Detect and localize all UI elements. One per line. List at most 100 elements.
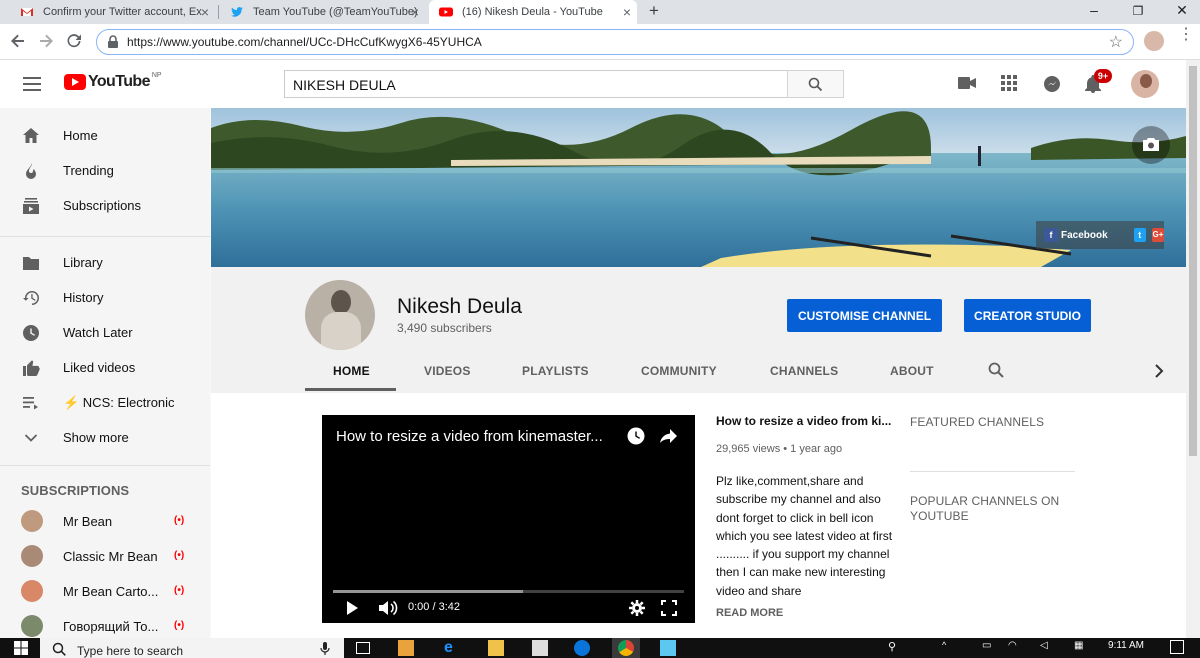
subscription-item[interactable]: Mr Bean Carto... (•) xyxy=(0,574,210,609)
creator-studio-button[interactable]: CREATOR STUDIO xyxy=(964,299,1091,332)
photos-icon[interactable] xyxy=(660,640,676,656)
profile-avatar[interactable] xyxy=(1144,31,1164,51)
customise-channel-button[interactable]: CUSTOMISE CHANNEL xyxy=(787,299,942,332)
watch-later-icon[interactable] xyxy=(627,427,645,445)
sidebar-item-library[interactable]: Library xyxy=(0,245,210,280)
language-icon[interactable]: ▦ xyxy=(1074,640,1083,651)
microphone-icon[interactable] xyxy=(320,642,330,656)
lock-icon xyxy=(108,35,118,48)
scrollbar-thumb[interactable] xyxy=(1189,66,1197,456)
subscription-label: Mr Bean Carto... xyxy=(63,584,159,599)
search-input[interactable]: NIKESH DEULA xyxy=(284,70,788,98)
play-icon[interactable] xyxy=(346,601,358,615)
read-more-link[interactable]: READ MORE xyxy=(716,607,783,619)
close-tab-icon[interactable]: × xyxy=(623,4,631,20)
sidebar-item-home[interactable]: Home xyxy=(0,118,210,153)
close-window-button[interactable]: ✕ xyxy=(1172,2,1192,19)
show-hidden-icons[interactable]: ^ xyxy=(942,640,946,650)
channel-search-icon[interactable] xyxy=(988,362,1004,378)
sidebar-item-trending[interactable]: Trending xyxy=(0,153,210,188)
close-tab-icon[interactable]: × xyxy=(411,4,419,20)
sidebar-item-label: Subscriptions xyxy=(63,198,142,213)
sidebar-item-label: Watch Later xyxy=(63,325,133,340)
tab-playlists[interactable]: PLAYLISTS xyxy=(522,364,589,378)
hamburger-menu-icon[interactable] xyxy=(23,77,41,91)
share-icon[interactable] xyxy=(659,428,678,444)
bookmark-star-icon[interactable]: ☆ xyxy=(1109,32,1123,52)
tab-gmail[interactable]: Confirm your Twitter account, Ex × xyxy=(10,0,215,24)
active-tab-indicator xyxy=(305,388,396,391)
store-icon[interactable] xyxy=(532,640,548,656)
player-video-title[interactable]: How to resize a video from kinemaster... xyxy=(336,428,603,445)
sidebar-item-subscriptions[interactable]: Subscriptions xyxy=(0,188,210,223)
tab-channels[interactable]: CHANNELS xyxy=(770,364,838,378)
sidebar-item-label: Library xyxy=(63,255,103,270)
tab-about[interactable]: ABOUT xyxy=(890,364,934,378)
twitter-icon xyxy=(231,7,243,17)
task-view-icon[interactable] xyxy=(356,642,370,654)
facebook-link[interactable]: f Facebook xyxy=(1044,228,1108,242)
people-icon[interactable]: ⚲ xyxy=(888,640,896,653)
windows-start-icon[interactable] xyxy=(14,641,28,655)
apps-grid-icon[interactable] xyxy=(1001,75,1017,91)
forward-arrow-icon xyxy=(40,34,53,48)
messages-icon[interactable] xyxy=(1043,75,1061,93)
forward-button[interactable] xyxy=(38,33,54,49)
tab-youtube[interactable]: (16) Nikesh Deula - YouTube × xyxy=(429,0,637,24)
volume-tray-icon[interactable]: ◁ xyxy=(1040,640,1048,651)
reload-button[interactable] xyxy=(66,33,82,49)
sidebar-item-liked-videos[interactable]: Liked videos xyxy=(0,350,210,385)
sidebar-item-history[interactable]: History xyxy=(0,280,210,315)
subscription-label: Mr Bean xyxy=(63,514,113,529)
messenger-icon[interactable] xyxy=(574,640,590,656)
action-center-icon[interactable] xyxy=(1170,640,1184,654)
wifi-icon[interactable]: ◠ xyxy=(1008,640,1017,651)
channel-header: Nikesh Deula 3,490 subscribers CUSTOMISE… xyxy=(211,267,1186,393)
twitter-link-icon[interactable]: t xyxy=(1133,228,1146,242)
sidebar-item-watch-later[interactable]: Watch Later xyxy=(0,315,210,350)
taskbar-clock[interactable]: 9:11 AM xyxy=(1102,640,1150,651)
minimize-button[interactable]: – xyxy=(1084,2,1104,18)
file-explorer-icon[interactable] xyxy=(488,640,504,656)
taskbar-search-box[interactable]: Type here to search xyxy=(40,638,344,658)
fullscreen-icon[interactable] xyxy=(661,600,677,616)
sidebar-show-more[interactable]: Show more xyxy=(0,420,210,455)
edge-browser-icon[interactable]: e xyxy=(444,640,460,656)
account-avatar[interactable] xyxy=(1131,70,1159,98)
video-progress-bar[interactable] xyxy=(333,590,684,593)
back-button[interactable] xyxy=(10,33,26,49)
video-description: Plz like,comment,share and subscribe my … xyxy=(716,474,893,598)
address-bar[interactable]: https://www.youtube.com/channel/UCc-DHcC… xyxy=(96,29,1134,55)
subscription-item[interactable]: Mr Bean (•) xyxy=(0,504,210,539)
back-arrow-icon xyxy=(11,34,24,48)
tab-community[interactable]: COMMUNITY xyxy=(641,364,717,378)
sidebar-item-playlist-ncs[interactable]: ⚡ NCS: Electronic xyxy=(0,385,210,420)
browser-menu-icon[interactable]: ⋮ xyxy=(1178,27,1194,43)
search-button[interactable] xyxy=(787,70,844,98)
change-banner-button[interactable] xyxy=(1132,126,1170,164)
tab-videos[interactable]: VIDEOS xyxy=(424,364,471,378)
new-tab-button[interactable]: + xyxy=(649,1,659,21)
page-scrollbar[interactable] xyxy=(1186,60,1200,638)
settings-gear-icon[interactable] xyxy=(629,600,645,616)
subscription-item[interactable]: Classic Mr Bean (•) xyxy=(0,539,210,574)
tab-home[interactable]: HOME xyxy=(333,364,370,378)
restore-button[interactable]: ❐ xyxy=(1128,4,1148,18)
chrome-taskbar-button[interactable] xyxy=(612,638,640,658)
tab-twitter[interactable]: Team YouTube (@TeamYouTube) × xyxy=(220,0,425,24)
youtube-logo[interactable]: YouTube NP xyxy=(64,72,162,91)
video-title[interactable]: How to resize a video from ki... xyxy=(716,414,891,428)
featured-channels-heading: FEATURED CHANNELS xyxy=(910,415,1045,429)
media-player-icon[interactable] xyxy=(398,640,414,656)
chevron-right-icon[interactable] xyxy=(1154,364,1164,378)
subscription-label: Говорящий То... xyxy=(63,619,159,634)
channel-avatar[interactable] xyxy=(305,280,375,350)
create-video-icon[interactable] xyxy=(958,76,976,90)
volume-icon[interactable] xyxy=(379,600,398,616)
gmail-icon xyxy=(21,8,33,16)
video-player[interactable]: How to resize a video from kinemaster...… xyxy=(322,415,695,623)
close-tab-icon[interactable]: × xyxy=(201,4,209,20)
google-plus-link-icon[interactable]: G+ xyxy=(1151,228,1164,242)
channel-avatar xyxy=(21,580,43,602)
battery-icon[interactable]: ▭ xyxy=(982,640,991,651)
